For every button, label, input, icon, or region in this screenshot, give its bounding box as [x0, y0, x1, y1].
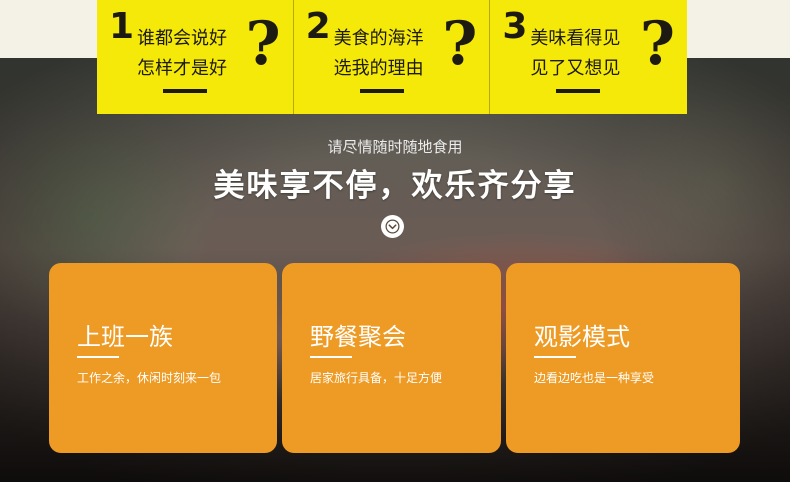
hero-headline: 美味享不停，欢乐齐分享 [213, 168, 577, 204]
card-divider [77, 356, 119, 358]
question-line-2: 怎样才是好 [137, 58, 227, 79]
card-title: 观影模式 [534, 323, 630, 351]
chevron-down-icon [385, 219, 400, 234]
question-underline [359, 89, 404, 93]
question-text: 美味看得见 见了又想见 [530, 24, 640, 84]
question-mark-icon: ? [245, 9, 281, 79]
card-description: 居家旅行具备，十足方便 [310, 371, 443, 385]
question-text: 美食的海洋 选我的理由 [334, 24, 444, 84]
card-picnic-party[interactable]: 野餐聚会 居家旅行具备，十足方便 [282, 263, 501, 453]
question-box-1: 1 谁都会说好 怎样才是好 ? [97, 0, 294, 114]
card-description: 边看边吃也是一种享受 [534, 371, 655, 385]
hero-subtitle: 请尽情随时随地食用 [327, 138, 463, 156]
question-underline [163, 89, 207, 93]
question-mark-icon: ? [442, 9, 478, 79]
question-row: 1 谁都会说好 怎样才是好 ? 2 美食的海洋 选我的理由 ? 3 美味看得见 … [97, 0, 688, 114]
card-description: 工作之余，休闲时刻来一包 [77, 371, 222, 385]
card-divider [534, 356, 576, 358]
card-office-workers[interactable]: 上班一族 工作之余，休闲时刻来一包 [49, 263, 277, 453]
chevron-down-circle-icon[interactable] [381, 215, 404, 238]
question-number: 3 [502, 6, 528, 47]
question-number: 1 [109, 6, 135, 47]
question-line-1: 谁都会说好 [137, 28, 227, 49]
question-text: 谁都会说好 怎样才是好 [137, 24, 247, 84]
card-title: 野餐聚会 [310, 323, 406, 351]
question-line-2: 选我的理由 [333, 58, 424, 79]
question-line-1: 美味看得见 [530, 28, 621, 49]
card-title: 上班一族 [77, 323, 173, 351]
question-number: 2 [305, 6, 331, 47]
question-mark-icon: ? [639, 9, 676, 79]
question-underline [556, 89, 601, 93]
card-movie-mode[interactable]: 观影模式 边看边吃也是一种享受 [506, 263, 740, 453]
question-box-3: 3 美味看得见 见了又想见 ? [490, 0, 688, 114]
question-box-2: 2 美食的海洋 选我的理由 ? [293, 0, 491, 114]
card-divider [310, 356, 352, 358]
question-line-1: 美食的海洋 [333, 28, 424, 49]
question-line-2: 见了又想见 [530, 58, 621, 79]
